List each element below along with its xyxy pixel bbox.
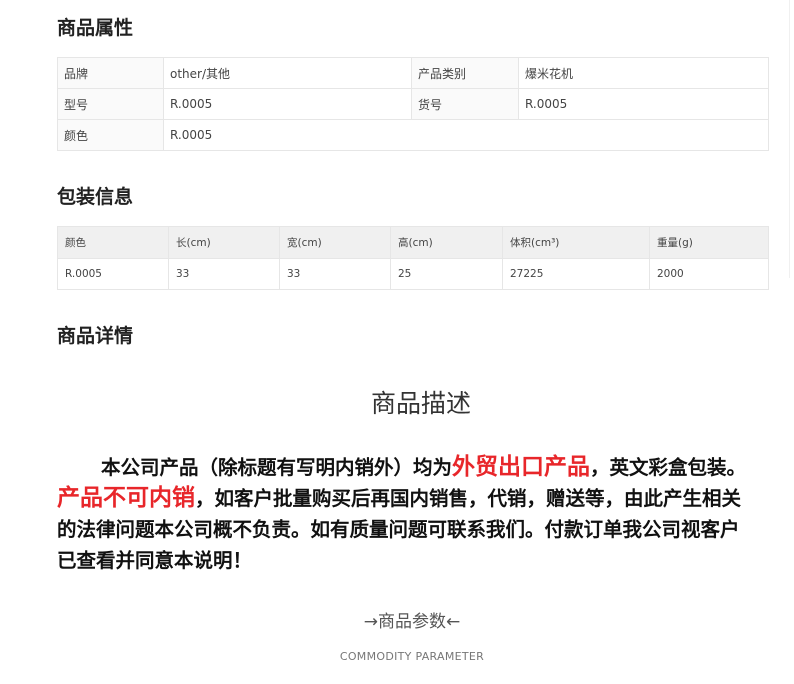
packaging-header: 高(cm) [390,226,503,259]
attributes-title: 商品属性 [57,17,134,39]
attribute-value: R.0005 [518,88,769,120]
packaging-title: 包装信息 [57,186,134,208]
packaging-header: 重量(g) [649,226,769,259]
attribute-value: other/其他 [163,57,412,89]
packaging-cell: R.0005 [57,258,169,290]
right-edge-divider [789,0,790,278]
packaging-header: 体积(cm³) [502,226,650,259]
packaging-cell: 33 [168,258,280,290]
attribute-value: R.0005 [163,119,769,151]
packaging-table: 颜色 长(cm) 宽(cm) 高(cm) 体积(cm³) 重量(g) R.000… [57,226,769,290]
attribute-row: 颜色 R.0005 [57,119,769,151]
packaging-cell: 25 [390,258,503,290]
attribute-row: 型号 R.0005 货号 R.0005 [57,88,769,120]
parameters-heading: →商品参数← [363,612,461,632]
packaging-header: 长(cm) [168,226,280,259]
highlight-export-product: 外贸出口产品 [452,454,591,480]
attribute-key: 货号 [411,88,519,120]
description-text: 本公司产品（除标题有写明内销外）均为外贸出口产品，英文彩盒包装。产品不可内销，如… [57,452,757,576]
attribute-key: 颜色 [57,119,164,151]
highlight-no-domestic-sale: 产品不可内销 [57,485,195,511]
parameters-subheading: COMMODITY PARAMETER [339,650,485,663]
attribute-key: 品牌 [57,57,164,89]
packaging-row: R.0005 33 33 25 27225 2000 [57,258,769,290]
packaging-cell: 2000 [649,258,769,290]
attribute-value: 爆米花机 [518,57,769,89]
attribute-row: 品牌 other/其他 产品类别 爆米花机 [57,57,769,89]
packaging-header: 宽(cm) [279,226,391,259]
description-heading: 商品描述 [370,389,471,418]
packaging-cell: 33 [279,258,391,290]
details-title: 商品详情 [57,325,134,347]
packaging-header-row: 颜色 长(cm) 宽(cm) 高(cm) 体积(cm³) 重量(g) [57,226,769,259]
attributes-table: 品牌 other/其他 产品类别 爆米花机 型号 R.0005 货号 R.000… [57,57,769,151]
attribute-key: 型号 [57,88,164,120]
packaging-header: 颜色 [57,226,169,259]
attribute-key: 产品类别 [411,57,519,89]
description-part: ，英文彩盒包装。 [590,456,747,479]
description-part: 本公司产品（除标题有写明内销外）均为 [101,456,453,479]
packaging-cell: 27225 [502,258,650,290]
attribute-value: R.0005 [163,88,412,120]
